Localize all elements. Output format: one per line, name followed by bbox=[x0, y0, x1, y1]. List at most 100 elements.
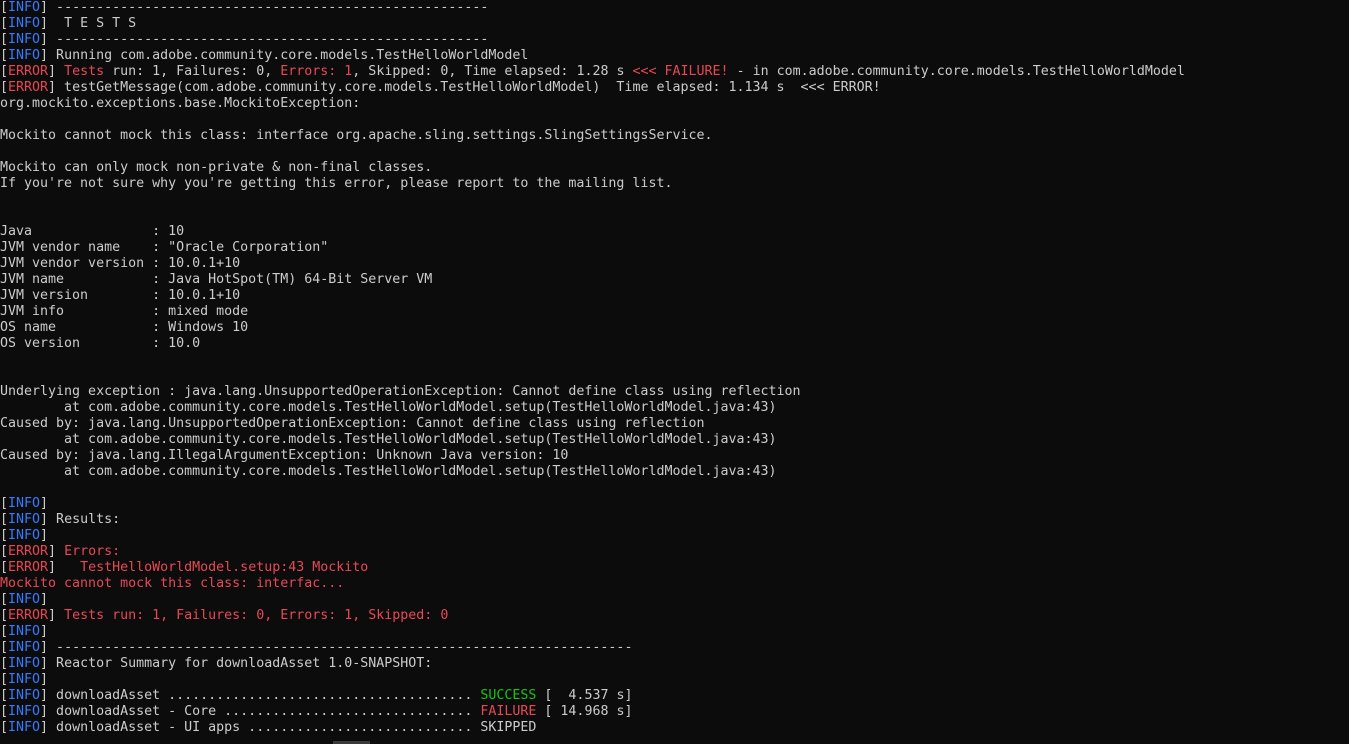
log-text: ] Running com.adobe.community.core.model… bbox=[40, 48, 529, 63]
log-level-info: INFO bbox=[8, 624, 41, 639]
log-text: Java : 10 bbox=[0, 224, 185, 239]
log-text: ] bbox=[40, 672, 49, 687]
terminal-line: [INFO] bbox=[0, 496, 1349, 512]
terminal-line: Caused by: java.lang.UnsupportedOperatio… bbox=[0, 416, 1349, 432]
terminal-line: [ERROR] testGetMessage(com.adobe.communi… bbox=[0, 80, 1349, 96]
log-level-info: INFO bbox=[8, 16, 41, 31]
terminal-line: Java : 10 bbox=[0, 224, 1349, 240]
log-level-info: INFO bbox=[8, 720, 41, 735]
log-text: ] --------------------------------------… bbox=[40, 0, 489, 15]
log-text: JVM name : Java HotSpot(TM) 64-Bit Serve… bbox=[0, 272, 433, 287]
log-text: run: 1, Failures: 0, bbox=[112, 64, 281, 79]
log-text: Caused by: java.lang.IllegalArgumentExce… bbox=[0, 448, 569, 463]
log-text: JVM vendor version : 10.0.1+10 bbox=[0, 256, 241, 271]
log-text: [ bbox=[0, 48, 9, 63]
terminal-line: JVM name : Java HotSpot(TM) 64-Bit Serve… bbox=[0, 272, 1349, 288]
error-text: TestHelloWorldModel.setup:43 Mockito bbox=[80, 560, 369, 575]
log-level-info: INFO bbox=[8, 48, 41, 63]
log-level-info: INFO bbox=[8, 0, 41, 15]
terminal-line: [ERROR] TestHelloWorldModel.setup:43 Moc… bbox=[0, 560, 1349, 576]
log-text: OS name : Windows 10 bbox=[0, 320, 249, 335]
terminal-line: [INFO] bbox=[0, 624, 1349, 640]
error-text: Errors: bbox=[64, 544, 121, 559]
terminal-line: at com.adobe.community.core.models.TestH… bbox=[0, 432, 1349, 448]
log-text: [ bbox=[0, 64, 9, 79]
terminal-line: If you're not sure why you're getting th… bbox=[0, 176, 1349, 192]
log-text: ] --------------------------------------… bbox=[40, 32, 489, 47]
terminal-line: [INFO] downloadAsset - UI apps .........… bbox=[0, 720, 1349, 736]
log-text: ] downloadAsset - UI apps ..............… bbox=[40, 720, 481, 735]
log-text: [ bbox=[0, 672, 9, 687]
log-text: org.mockito.exceptions.base.MockitoExcep… bbox=[0, 96, 361, 111]
error-text: Mockito cannot mock this class: interfac… bbox=[0, 576, 345, 591]
log-text: ] bbox=[48, 608, 65, 623]
log-text: ] Reactor Summary for downloadAsset 1.0-… bbox=[40, 656, 433, 671]
terminal-line: [INFO] bbox=[0, 592, 1349, 608]
log-text: [ bbox=[0, 80, 9, 95]
log-text: ] downloadAsset - Core .................… bbox=[40, 704, 481, 719]
log-level-info: INFO bbox=[8, 32, 41, 47]
log-text: JVM version : 10.0.1+10 bbox=[0, 288, 241, 303]
log-text: ] bbox=[48, 64, 65, 79]
log-text: Mockito cannot mock this class: interfac… bbox=[0, 128, 713, 143]
terminal-line: JVM vendor version : 10.0.1+10 bbox=[0, 256, 1349, 272]
log-text: ] T E S T S bbox=[40, 16, 137, 31]
terminal-output[interactable]: [INFO] ---------------------------------… bbox=[0, 0, 1349, 744]
log-text: JVM vendor name : "Oracle Corporation" bbox=[0, 240, 329, 255]
terminal-line: OS name : Windows 10 bbox=[0, 320, 1349, 336]
log-text: - in com.adobe.community.core.models.Tes… bbox=[728, 64, 1185, 79]
terminal-line: Mockito can only mock non-private & non-… bbox=[0, 160, 1349, 176]
log-text: [ bbox=[0, 528, 9, 543]
terminal-line: [INFO] downloadAsset ...................… bbox=[0, 688, 1349, 704]
terminal-line: [INFO] ---------------------------------… bbox=[0, 640, 1349, 656]
log-text: ] testGetMessage(com.adobe.community.cor… bbox=[48, 80, 881, 95]
log-text: JVM info : mixed mode bbox=[0, 304, 249, 319]
error-text: Errors: 1 bbox=[280, 64, 353, 79]
log-text: [ bbox=[0, 592, 9, 607]
terminal-line: JVM info : mixed mode bbox=[0, 304, 1349, 320]
log-text: [ bbox=[0, 624, 9, 639]
terminal-line: [ERROR] Errors: bbox=[0, 544, 1349, 560]
log-text: SKIPPED bbox=[480, 720, 537, 735]
log-level-info: INFO bbox=[8, 512, 41, 527]
log-text: [ bbox=[0, 0, 9, 15]
log-text: ] bbox=[40, 624, 49, 639]
log-text: [ bbox=[0, 496, 9, 511]
log-text: [ bbox=[0, 656, 9, 671]
log-text: ] bbox=[48, 560, 81, 575]
error-text: ERROR bbox=[8, 608, 49, 623]
error-text: Tests run: 1, Failures: 0, Errors: 1, Sk… bbox=[64, 608, 449, 623]
terminal-line: [INFO] T E S T S bbox=[0, 16, 1349, 32]
log-text: [ bbox=[0, 688, 9, 703]
terminal-line: [INFO] ---------------------------------… bbox=[0, 0, 1349, 16]
log-text: [ bbox=[0, 704, 9, 719]
terminal-line: [INFO] Results: bbox=[0, 512, 1349, 528]
terminal-line: [INFO] Reactor Summary for downloadAsset… bbox=[0, 656, 1349, 672]
log-text: ] bbox=[40, 496, 49, 511]
terminal-line: JVM version : 10.0.1+10 bbox=[0, 288, 1349, 304]
log-text: [ bbox=[0, 512, 9, 527]
log-level-info: INFO bbox=[8, 592, 41, 607]
log-text: ] bbox=[40, 592, 49, 607]
log-level-info: INFO bbox=[8, 640, 41, 655]
log-text: Underlying exception : java.lang.Unsuppo… bbox=[0, 384, 801, 399]
log-level-info: INFO bbox=[8, 656, 41, 671]
terminal-line: [INFO] ---------------------------------… bbox=[0, 32, 1349, 48]
terminal-line: [ERROR] Tests run: 1, Failures: 0, Error… bbox=[0, 64, 1349, 80]
terminal-line: Caused by: java.lang.IllegalArgumentExce… bbox=[0, 448, 1349, 464]
log-text: ] bbox=[48, 544, 65, 559]
log-text: [ bbox=[0, 720, 9, 735]
log-text: , Skipped: 0, Time elapsed: 1.28 s bbox=[352, 64, 633, 79]
log-text: ] Results: bbox=[40, 512, 121, 527]
terminal-line: at com.adobe.community.core.models.TestH… bbox=[0, 400, 1349, 416]
terminal-line: [INFO] downloadAsset - Core ............… bbox=[0, 704, 1349, 720]
log-text: at com.adobe.community.core.models.TestH… bbox=[0, 400, 777, 415]
error-text: <<< FAILURE! bbox=[632, 64, 729, 79]
terminal-line: JVM vendor name : "Oracle Corporation" bbox=[0, 240, 1349, 256]
log-text: ] --------------------------------------… bbox=[40, 640, 633, 655]
